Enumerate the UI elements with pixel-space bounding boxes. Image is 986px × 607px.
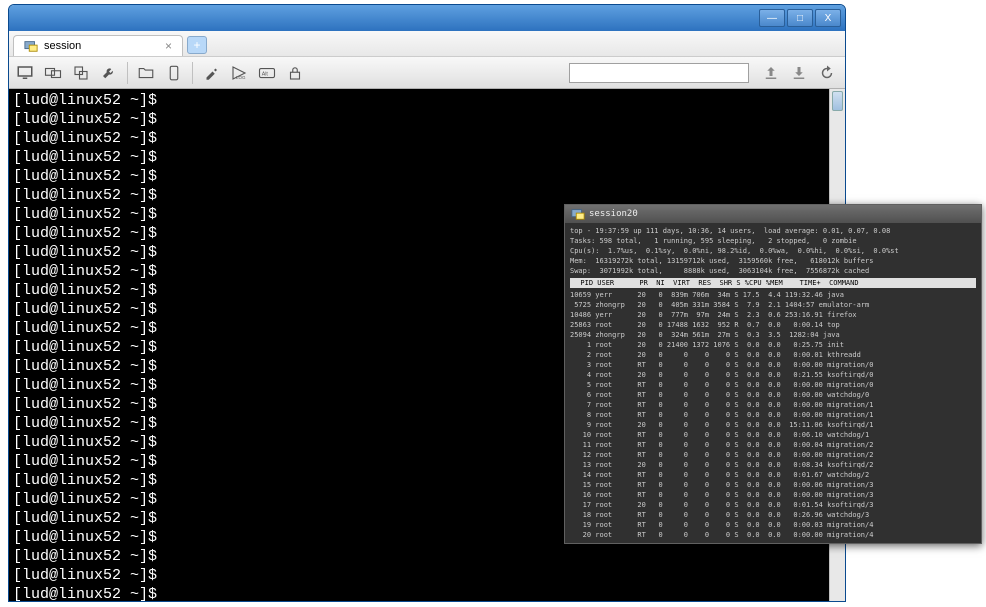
process-row: 10486 yerr 20 0 777m 97m 24m S 2.3 0.6 2…	[570, 310, 976, 320]
process-row: 4 root 20 0 0 0 0 S 0.0 0.0 0:21.55 ksof…	[570, 370, 976, 380]
prompt-line: [lud@linux52 ~]$	[13, 585, 841, 601]
process-row: 15 root RT 0 0 0 0 S 0.0 0.0 0:00.06 mig…	[570, 480, 976, 490]
process-row: 9 root 20 0 0 0 0 S 0.0 0.0 15:11.06 kso…	[570, 420, 976, 430]
process-row: 25863 root 20 0 17488 1632 952 R 0.7 0.0…	[570, 320, 976, 330]
tab-session[interactable]: session ×	[13, 35, 183, 56]
minimize-button[interactable]: —	[759, 9, 785, 27]
prompt-line: [lud@linux52 ~]$	[13, 566, 841, 585]
refresh-icon[interactable]	[815, 61, 839, 85]
process-row: 3 root RT 0 0 0 0 S 0.0 0.0 0:00.00 migr…	[570, 360, 976, 370]
wrench-icon[interactable]	[97, 61, 121, 85]
process-row: 18 root RT 0 0 0 0 S 0.0 0.0 0:26.96 wat…	[570, 510, 976, 520]
monitor-icon[interactable]	[13, 61, 37, 85]
svg-text:Alt: Alt	[262, 71, 269, 77]
top-summary-line: Swap: 3071992k total, 8888k used, 306310…	[570, 266, 976, 276]
new-tab-button[interactable]: +	[187, 36, 207, 54]
lock-icon[interactable]	[283, 61, 307, 85]
process-row: 6 root RT 0 0 0 0 S 0.0 0.0 0:00.00 watc…	[570, 390, 976, 400]
putty-icon	[24, 39, 38, 53]
process-row: 7 root RT 0 0 0 0 S 0.0 0.0 0:00.00 migr…	[570, 400, 976, 410]
tab-close-icon[interactable]: ×	[165, 39, 172, 53]
popup-title: session20	[589, 209, 638, 219]
separator	[192, 62, 193, 84]
process-row: 5725 zhongrp 20 0 405m 331m 3584 S 7.9 2…	[570, 300, 976, 310]
process-row: 11 root RT 0 0 0 0 S 0.0 0.0 0:00.04 mig…	[570, 440, 976, 450]
top-summary-line: Mem: 16319272k total, 13159712k used, 31…	[570, 256, 976, 266]
prompt-line: [lud@linux52 ~]$	[13, 186, 841, 205]
upload-icon[interactable]	[759, 61, 783, 85]
download-icon[interactable]	[787, 61, 811, 85]
folder-icon[interactable]	[134, 61, 158, 85]
prompt-line: [lud@linux52 ~]$	[13, 91, 841, 110]
toolbar: LOG Alt	[9, 57, 845, 89]
top-header: PID USER PR NI VIRT RES SHR S %CPU %MEM …	[570, 278, 976, 288]
separator	[127, 62, 128, 84]
log-icon[interactable]: LOG	[227, 61, 251, 85]
maximize-button[interactable]: □	[787, 9, 813, 27]
monitors-icon[interactable]	[41, 61, 65, 85]
top-summary-line: top - 19:37:59 up 111 days, 10:36, 14 us…	[570, 226, 976, 236]
titlebar[interactable]: — □ X	[9, 5, 845, 31]
process-row: 13 root 20 0 0 0 0 S 0.0 0.0 0:08.34 kso…	[570, 460, 976, 470]
duplicate-icon[interactable]	[69, 61, 93, 85]
process-row: 14 root RT 0 0 0 0 S 0.0 0.0 0:01.67 wat…	[570, 470, 976, 480]
tab-bar: session × +	[9, 31, 845, 57]
process-row: 17 root 20 0 0 0 0 S 0.0 0.0 0:01.54 kso…	[570, 500, 976, 510]
tab-label: session	[44, 40, 81, 52]
alt-icon[interactable]: Alt	[255, 61, 279, 85]
prompt-line: [lud@linux52 ~]$	[13, 547, 841, 566]
process-row: 10 root RT 0 0 0 0 S 0.0 0.0 0:06.10 wat…	[570, 430, 976, 440]
process-row: 5 root RT 0 0 0 0 S 0.0 0.0 0:00.00 migr…	[570, 380, 976, 390]
prompt-line: [lud@linux52 ~]$	[13, 129, 841, 148]
top-summary-line: Cpu(s): 1.7%us, 0.1%sy, 0.0%ni, 98.2%id,…	[570, 246, 976, 256]
prompt-line: [lud@linux52 ~]$	[13, 110, 841, 129]
top-summary-line: Tasks: 598 total, 1 running, 595 sleepin…	[570, 236, 976, 246]
process-row: 2 root 20 0 0 0 0 S 0.0 0.0 0:00.01 kthr…	[570, 350, 976, 360]
svg-text:LOG: LOG	[236, 75, 246, 80]
process-row: 8 root RT 0 0 0 0 S 0.0 0.0 0:00.00 migr…	[570, 410, 976, 420]
close-button[interactable]: X	[815, 9, 841, 27]
prompt-line: [lud@linux52 ~]$	[13, 167, 841, 186]
popup-window[interactable]: session20 top - 19:37:59 up 111 days, 10…	[564, 204, 982, 544]
brush-icon[interactable]	[199, 61, 223, 85]
process-row: 25094 zhongrp 20 0 324m 561m 27m S 0.3 3…	[570, 330, 976, 340]
process-row: 20 root RT 0 0 0 0 S 0.0 0.0 0:00.00 mig…	[570, 530, 976, 540]
process-row: 12 root RT 0 0 0 0 S 0.0 0.0 0:00.00 mig…	[570, 450, 976, 460]
popup-body: top - 19:37:59 up 111 days, 10:36, 14 us…	[565, 223, 981, 543]
device-icon[interactable]	[162, 61, 186, 85]
process-row: 19 root RT 0 0 0 0 S 0.0 0.0 0:00.03 mig…	[570, 520, 976, 530]
scrollbar-thumb[interactable]	[832, 91, 843, 111]
process-row: 16 root RT 0 0 0 0 S 0.0 0.0 0:00.00 mig…	[570, 490, 976, 500]
prompt-line: [lud@linux52 ~]$	[13, 148, 841, 167]
process-row: 10659 yerr 20 0 839m 706m 34m S 17.5 4.4…	[570, 290, 976, 300]
putty-icon	[571, 207, 585, 221]
process-row: 1 root 20 0 21400 1372 1076 S 0.0 0.0 0:…	[570, 340, 976, 350]
popup-titlebar[interactable]: session20	[565, 205, 981, 223]
search-input[interactable]	[569, 63, 749, 83]
